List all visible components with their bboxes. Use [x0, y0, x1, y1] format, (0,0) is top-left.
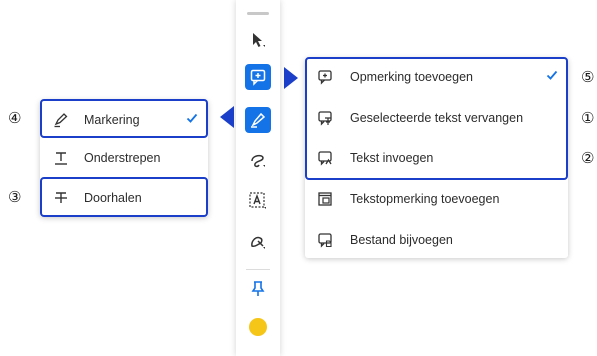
pin-icon [251, 281, 265, 296]
color-swatch[interactable] [249, 318, 267, 336]
menu-item-tekstopmerking-toevoegen[interactable]: Tekstopmerking toevoegen [305, 181, 568, 217]
arrow-cursor-icon [253, 33, 265, 47]
text-comment-icon [316, 190, 334, 208]
stamp-tool-button[interactable] [245, 229, 271, 255]
marker-pen-icon [251, 112, 266, 128]
menu-item-label: Tekstopmerking toevoegen [350, 192, 500, 206]
callout-3: ③ [8, 188, 22, 206]
pin-tool-button[interactable] [245, 276, 271, 302]
callout-5: ⑤ [581, 68, 595, 86]
menu-item-label: Onderstrepen [84, 151, 161, 165]
highlight-doorhalen [40, 177, 208, 217]
callout-4: ④ [8, 109, 22, 127]
highlight-tool-button[interactable] [245, 107, 271, 133]
arrow-right-icon [284, 67, 298, 89]
freehand-draw-icon [251, 154, 265, 168]
arrow-left-icon [220, 106, 234, 128]
comment-plus-icon [250, 69, 266, 86]
text-box-icon [249, 192, 266, 209]
attach-file-icon [316, 231, 334, 249]
callout-1: ① [581, 109, 595, 127]
menu-item-label: Bestand bijvoegen [350, 233, 453, 247]
toolbar-grip[interactable] [247, 12, 269, 15]
highlight-comment-group [305, 57, 568, 180]
menu-item-bestand-bijvoegen[interactable]: Bestand bijvoegen [305, 222, 568, 258]
stamp-icon [251, 236, 265, 249]
annotation-toolbar [236, 0, 280, 356]
underline-icon [52, 149, 70, 167]
select-tool-button[interactable] [245, 27, 271, 53]
add-text-tool-button[interactable] [245, 188, 271, 214]
add-comment-tool-button[interactable] [245, 64, 271, 90]
draw-tool-button[interactable] [245, 147, 271, 173]
callout-2: ② [581, 149, 595, 167]
toolbar-divider [246, 269, 270, 270]
menu-item-onderstrepen[interactable]: Onderstrepen [40, 140, 208, 176]
highlight-markering [40, 99, 208, 138]
